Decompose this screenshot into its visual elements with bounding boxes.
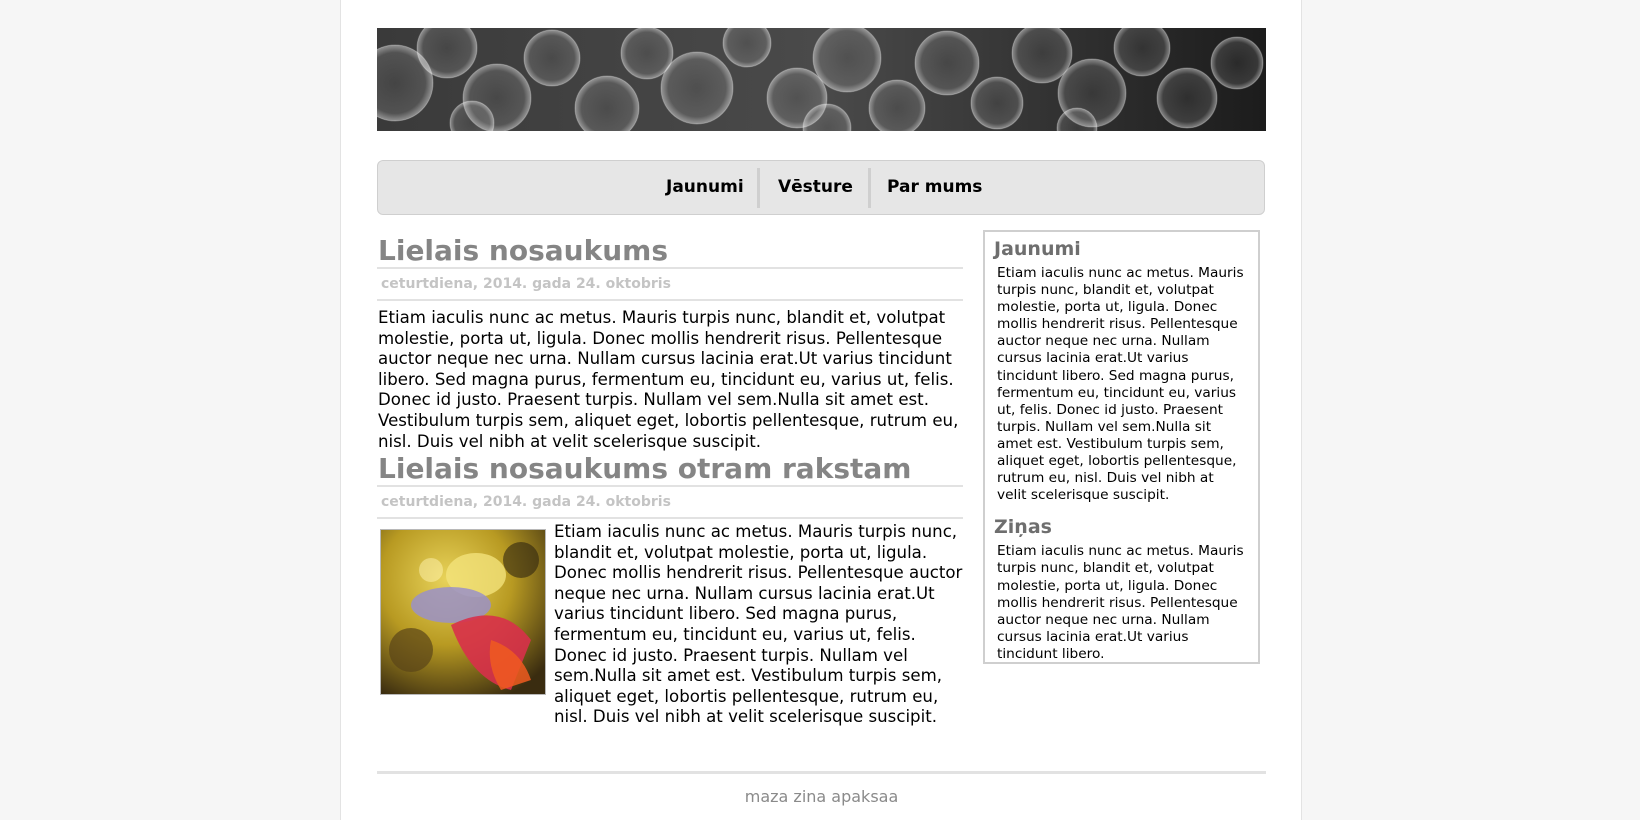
header-banner-image (377, 28, 1266, 131)
sidebar: Jaunumi Etiam iaculis nunc ac metus. Mau… (983, 230, 1260, 664)
main-navigation: Jaunumi Vēsture Par mums (377, 160, 1265, 215)
sidebar-section-title: Ziņas (994, 516, 1052, 539)
nav-item-par-mums[interactable]: Par mums (887, 161, 982, 214)
article-date: ceturtdiena, 2014. gada 24. oktobris (381, 276, 671, 292)
sidebar-section-title: Jaunumi (994, 238, 1081, 260)
article-body: Etiam iaculis nunc ac metus. Mauris turp… (378, 308, 959, 451)
article: Lielais nosaukums otram rakstam ceturtdi… (377, 446, 963, 726)
nav-item-vesture[interactable]: Vēsture (778, 161, 853, 214)
footer-divider (377, 771, 1266, 774)
sidebar-section-text: Etiam iaculis nunc ac metus. Mauris turp… (997, 543, 1244, 662)
article-date: ceturtdiena, 2014. gada 24. oktobris (381, 494, 671, 510)
nav-item-jaunumi[interactable]: Jaunumi (666, 161, 744, 214)
article-body: Etiam iaculis nunc ac metus. Mauris turp… (554, 522, 963, 727)
page-container: Jaunumi Vēsture Par mums Lielais nosauku… (340, 0, 1302, 820)
article-title[interactable]: Lielais nosaukums (377, 228, 963, 267)
divider (377, 517, 963, 519)
article: Lielais nosaukums ceturtdiena, 2014. gad… (377, 228, 963, 452)
article-title[interactable]: Lielais nosaukums otram rakstam (377, 446, 963, 485)
nav-separator (757, 168, 760, 208)
footer-text: maza zina apaksaa (744, 787, 899, 806)
main-content: Lielais nosaukums ceturtdiena, 2014. gad… (377, 228, 963, 726)
sidebar-section-text: Etiam iaculis nunc ac metus. Mauris turp… (997, 265, 1244, 504)
article-thumbnail-image (380, 529, 546, 695)
nav-separator (868, 168, 871, 208)
